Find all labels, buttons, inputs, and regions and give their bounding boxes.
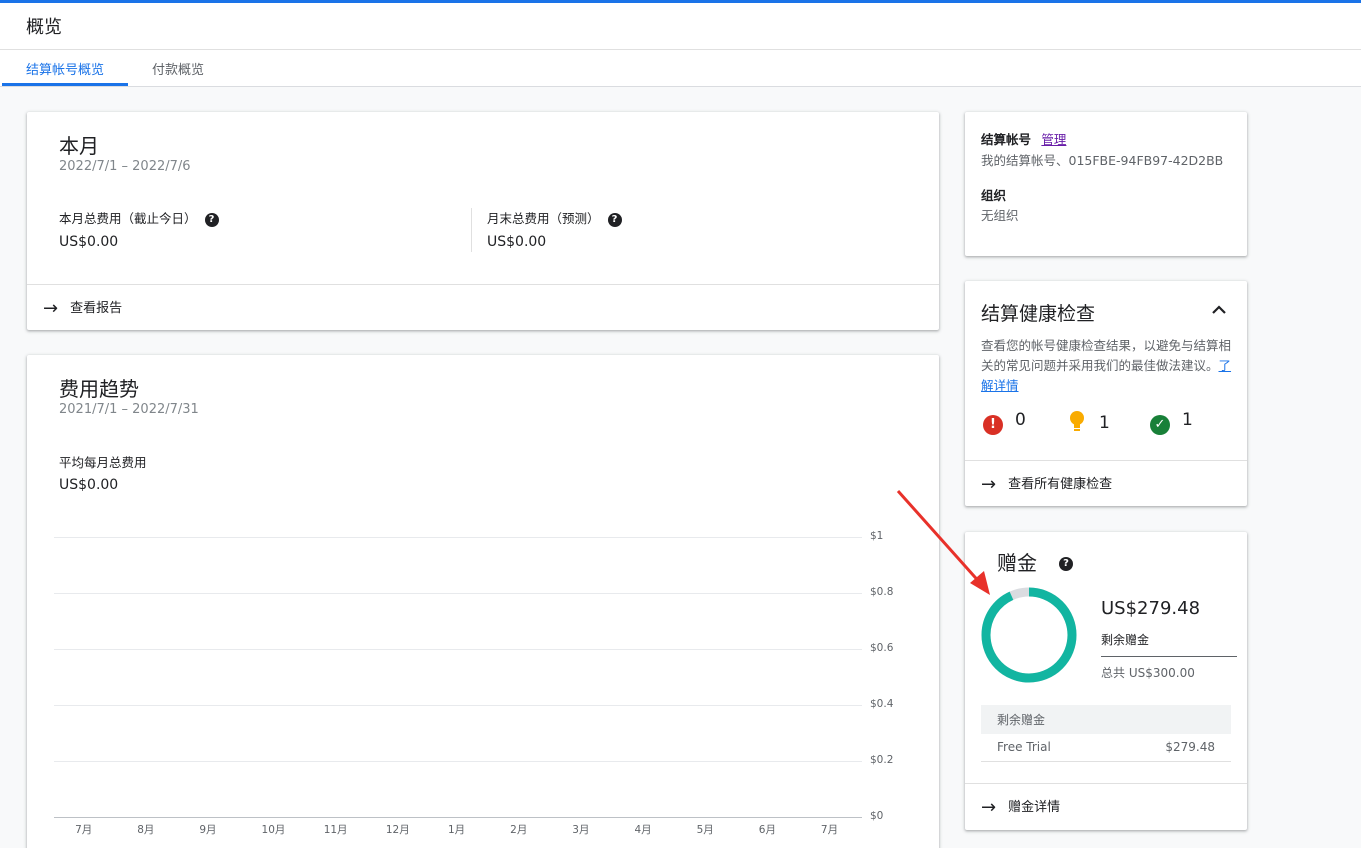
chart-gridline <box>54 705 862 706</box>
error-icon: ! <box>983 415 1003 435</box>
tab-bar: 结算帐号概览 付款概览 <box>0 50 1361 87</box>
page-title: 概览 <box>26 17 62 38</box>
credit-name: Free Trial <box>997 740 1051 754</box>
y-tick-label: $0 <box>870 810 884 822</box>
this-month-card: 本月 2022/7/1 – 2022/7/6 本月总费用（截止今日）? US$0… <box>27 112 939 330</box>
billing-account-label: 结算帐号 <box>981 132 1032 147</box>
chart-gridline <box>54 817 862 818</box>
month-total-cost-value: US$0.00 <box>59 234 119 250</box>
x-tick-label: 5月 <box>696 824 714 836</box>
x-tick-label: 7月 <box>75 824 93 836</box>
organization-value: 无组织 <box>981 208 1019 223</box>
month-total-cost-label: 本月总费用（截止今日）? <box>59 208 219 227</box>
health-check-description-text: 查看您的帐号健康检查结果，以避免与结算相关的常见问题并采用我们的最佳做法建议。 <box>981 338 1232 373</box>
y-tick-label: $0.2 <box>870 754 894 766</box>
ok-count: 1 <box>1182 410 1193 430</box>
organization-label: 组织 <box>981 188 1007 203</box>
table-row: Free Trial $279.48 <box>981 734 1231 762</box>
arrow-right-icon: → <box>43 298 59 319</box>
tab-billing-account-overview[interactable]: 结算帐号概览 <box>26 59 104 78</box>
credit-details-label: 赠金详情 <box>1008 800 1061 815</box>
view-report-link[interactable]: → 查看报告 <box>43 297 122 319</box>
view-all-health-checks-label: 查看所有健康检查 <box>1008 477 1113 492</box>
view-all-health-checks-link[interactable]: → 查看所有健康检查 <box>981 473 1112 495</box>
page-header: 概览 <box>0 3 1361 50</box>
credits-remaining-value: US$279.48 <box>1101 598 1201 619</box>
red-annotation-arrow <box>896 490 990 595</box>
this-month-date-range: 2022/7/1 – 2022/7/6 <box>59 159 191 174</box>
arrow-right-icon: → <box>981 797 997 818</box>
x-tick-label: 11月 <box>323 824 348 836</box>
error-count: 0 <box>1015 410 1026 430</box>
x-tick-label: 2月 <box>510 824 528 836</box>
x-tick-label: 7月 <box>820 824 839 836</box>
x-tick-label: 3月 <box>572 824 590 836</box>
x-tick-label: 12月 <box>385 824 410 836</box>
card-divider <box>965 460 1247 461</box>
cost-trend-title: 费用趋势 <box>59 377 139 401</box>
avg-monthly-cost-value: US$0.00 <box>59 477 119 493</box>
y-tick-label: $0.4 <box>870 698 894 710</box>
health-check-description: 查看您的帐号健康检查结果，以避免与结算相关的常见问题并采用我们的最佳做法建议。了… <box>981 336 1233 396</box>
error-status[interactable]: ! 0 <box>983 410 1026 435</box>
x-tick-label: 6月 <box>758 824 776 836</box>
warning-count: 1 <box>1099 413 1110 433</box>
avg-monthly-cost-label: 平均每月总费用 <box>59 455 147 470</box>
credits-table-header: 剩余赠金 <box>981 705 1231 734</box>
check-circle-icon: ✓ <box>1150 415 1170 435</box>
forecast-cost-value: US$0.00 <box>487 234 547 250</box>
y-tick-label: $0.6 <box>870 642 894 654</box>
credit-amount: $279.48 <box>1165 740 1215 754</box>
y-tick-label: $1 <box>870 530 884 542</box>
help-icon[interactable]: ? <box>607 212 622 227</box>
credits-total: 总共 US$300.00 <box>1101 666 1195 680</box>
credits-title: 赠金? <box>997 547 1073 576</box>
chart-gridline <box>54 537 862 538</box>
card-divider <box>27 284 939 285</box>
vertical-divider <box>471 208 472 252</box>
x-tick-label: 8月 <box>137 824 155 836</box>
x-tick-label: 1月 <box>448 824 466 836</box>
health-check-title: 结算健康检查 <box>981 303 1096 325</box>
billing-account-label-row: 结算帐号 管理 <box>981 129 1066 148</box>
lightbulb-icon <box>1067 410 1087 432</box>
x-tick-label: 10月 <box>261 824 286 836</box>
forecast-cost-text: 月末总费用（预测） <box>487 211 600 226</box>
collapse-chevron-icon[interactable] <box>1208 299 1230 321</box>
x-tick-label: 9月 <box>199 824 217 836</box>
billing-account-value: 我的结算帐号、015FBE-94FB97-42D2BB <box>981 153 1224 168</box>
month-total-cost-text: 本月总费用（截止今日） <box>59 211 197 226</box>
active-tab-indicator <box>2 83 128 86</box>
warning-status[interactable]: 1 <box>1067 410 1110 433</box>
view-report-label: 查看报告 <box>70 301 123 316</box>
credits-divider <box>1101 656 1237 657</box>
credit-details-link[interactable]: → 赠金详情 <box>981 796 1060 818</box>
cost-trend-card: 费用趋势 2021/7/1 – 2022/7/31 平均每月总费用 US$0.0… <box>27 355 939 848</box>
credits-remaining-label: 剩余赠金 <box>1101 633 1150 647</box>
billing-account-card: 结算帐号 管理 我的结算帐号、015FBE-94FB97-42D2BB 组织 无… <box>965 112 1247 256</box>
chart-gridline <box>54 593 862 594</box>
ok-status[interactable]: ✓ 1 <box>1150 410 1193 435</box>
tab-payment-overview[interactable]: 付款概览 <box>152 59 204 78</box>
chart-gridline <box>54 649 862 650</box>
help-icon[interactable]: ? <box>204 212 219 227</box>
this-month-title: 本月 <box>59 134 99 158</box>
credits-title-text: 赠金 <box>997 551 1037 575</box>
card-divider <box>965 783 1247 784</box>
manage-link[interactable]: 管理 <box>1041 132 1066 147</box>
x-tick-label: 4月 <box>634 824 652 836</box>
chart-gridline <box>54 761 862 762</box>
help-icon[interactable]: ? <box>1059 557 1073 571</box>
cost-trend-date-range: 2021/7/1 – 2022/7/31 <box>59 402 199 417</box>
forecast-cost-label: 月末总费用（预测）? <box>487 208 622 227</box>
